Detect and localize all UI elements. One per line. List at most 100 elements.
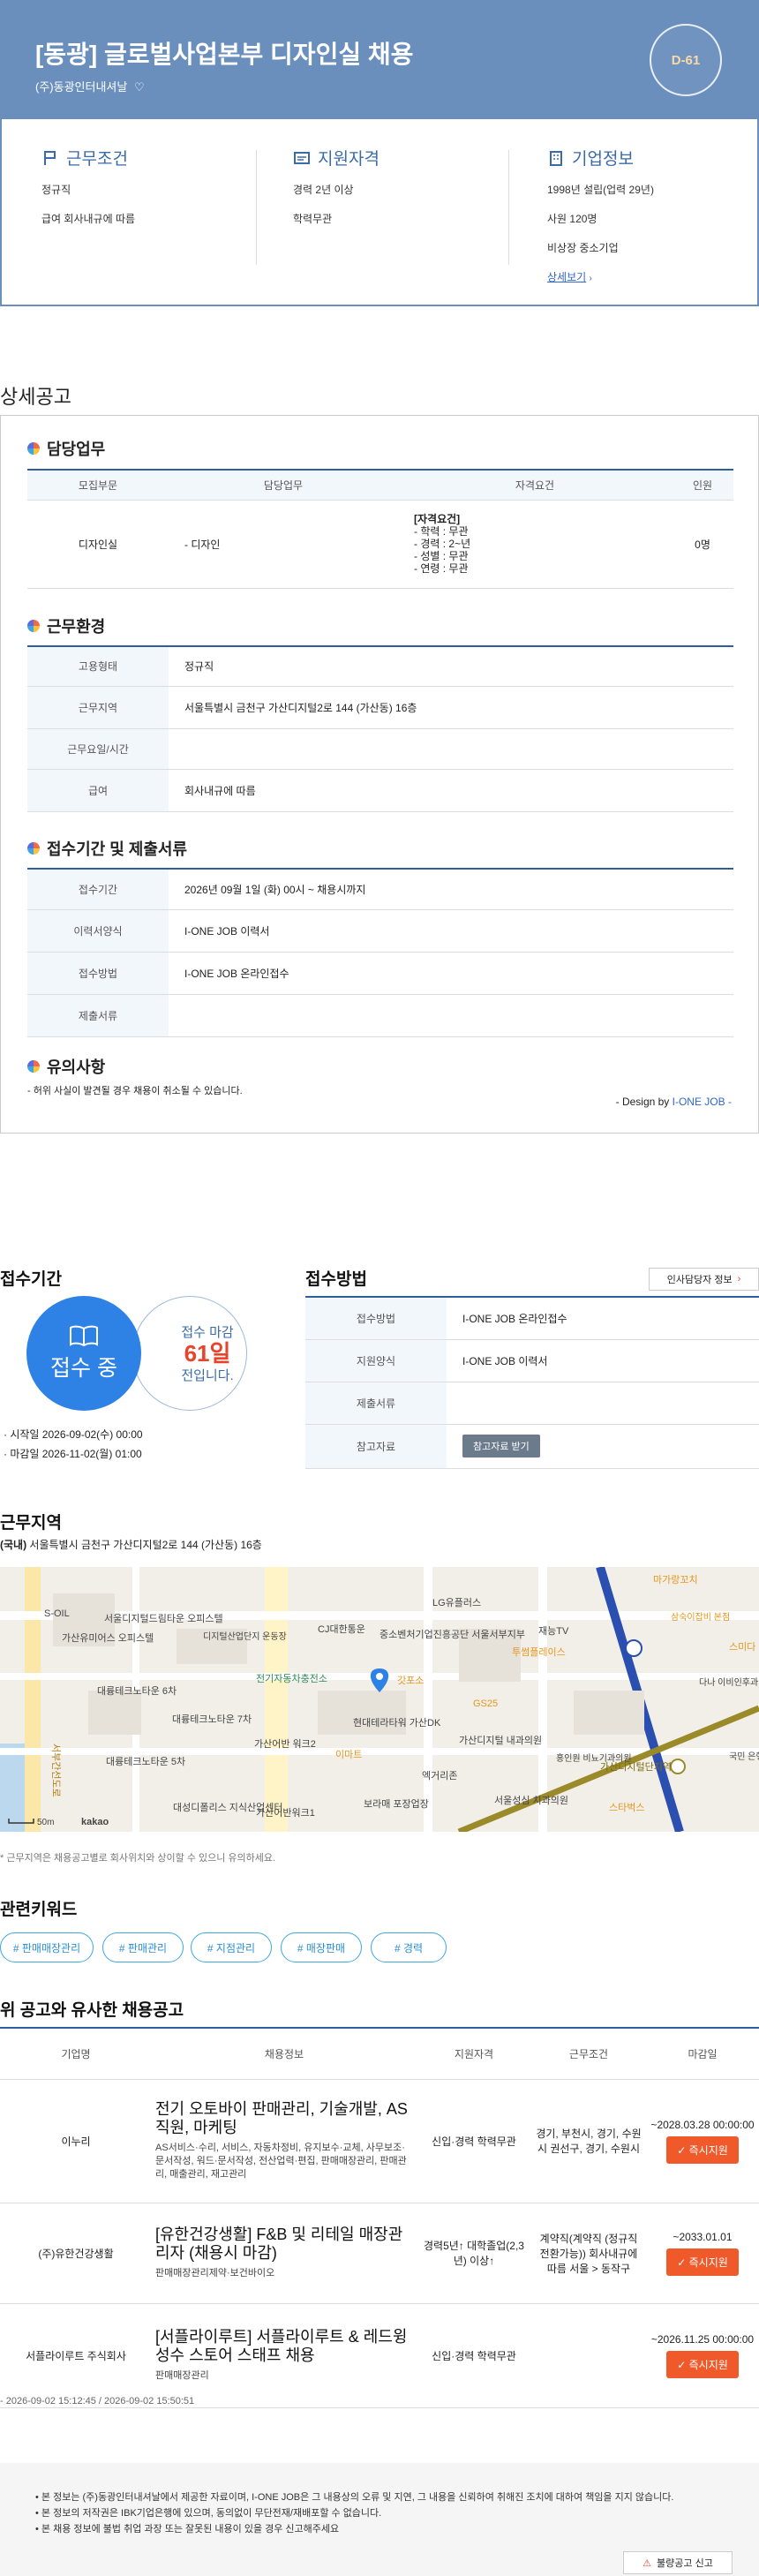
method-table: 접수방법 I-ONE JOB 온라인접수 지원양식 I-ONE JOB 이력서 제출… <box>305 1296 759 1469</box>
section-bullet-icon <box>27 1060 40 1073</box>
notice-text: - 허위 사실이 발견될 경우 채용이 취소될 수 있습니다. <box>27 1086 243 1096</box>
ref-download-button[interactable]: 참고자료 받기 <box>462 1435 540 1457</box>
keyword-chip[interactable]: # 경력 <box>371 1932 447 1962</box>
similar-company[interactable]: 서플라이루트 주식회사 <box>0 2303 152 2408</box>
hr-info-label[interactable]: 인사담당자 정보 <box>667 1272 733 1286</box>
summary-panel: 근무조건 정규직 급여 회사내규에 따름 지원자격 경력 2년 이상 학력무관 … <box>0 119 759 306</box>
company-name[interactable]: (주)동광인터내셔날 ♡ <box>35 78 145 94</box>
map-note: * 근무지역은 채용공고별로 회사위치와 상이할 수 있으니 유의하세요. <box>0 1853 276 1864</box>
similar-deadline: ~2026.11.25 00:00:00 <box>650 2332 755 2346</box>
map-label: 다나 이비인후과 <box>699 1677 758 1688</box>
divider <box>508 150 509 265</box>
footer-line: 본 정보는 (주)동광인터내셔날에서 제공한 자료이며, I-ONE JOB은 … <box>35 2489 674 2505</box>
report-button[interactable]: ⚠ 불량공고 신고 <box>623 2551 733 2574</box>
summary-company-title: 기업정보 <box>572 150 634 169</box>
apply-title: 접수기간 <box>0 1270 62 1289</box>
alert-icon[interactable]: ⚠ <box>643 2557 651 2569</box>
period-title: 접수기간 및 제출서류 <box>47 840 188 858</box>
similar-company[interactable]: 이누리 <box>0 2079 152 2203</box>
method-row: 참고자료 참고자료 받기 <box>305 1424 759 1469</box>
location-address-row: (국내) 서울특별시 금천구 가산디지털2로 144 (가산동) 16층 <box>0 1537 262 1552</box>
apply-now-label[interactable]: 즉시지원 <box>689 2359 728 2371</box>
similar-deadline-cell: ~2033.01.01 ✓ 즉시지원 <box>646 2203 759 2304</box>
period-value <box>169 994 733 1037</box>
duty-dept: 디자인실 <box>27 500 169 589</box>
similar-info[interactable]: 전기 오토바이 판매관리, 기술개발, AS직원, 마케팅 AS서비스·수리, … <box>152 2079 417 2203</box>
summary-work: 근무조건 정규직 급여 회사내규에 따름 <box>41 146 271 240</box>
summary-qual-line: 경력 2년 이상 <box>293 184 354 196</box>
map-label: 대륭테크노타운 7차 <box>172 1714 252 1725</box>
keyword-chip[interactable]: # 판매매장관리 <box>0 1932 94 1962</box>
location-map[interactable]: S-OIL 가산유미어스 오피스텔 서울디지털드림타운 오피스텔 디지털산업단지… <box>0 1567 759 1832</box>
period-table: 접수기간 2026년 09월 1일 (화) 00시 ~ 채용시까지 이력서양식 I-… <box>27 868 733 1037</box>
deadline-circle: 접수 마감 61일 전입니다. <box>132 1296 247 1411</box>
company-detail-link-row: 상세보기 › <box>547 269 759 284</box>
similar-info[interactable]: [유한건강생활] F&B 및 리테일 매장관리자 (채용시 마감) 판매매장관리… <box>152 2203 417 2304</box>
keyword-chip[interactable]: # 매장판매 <box>281 1932 362 1962</box>
keyword-chip[interactable]: # 지점관리 <box>191 1932 272 1962</box>
footer-line: 본 정보의 저작권은 IBK기업은행에 있으며, 동의없이 무단전재/재배포할 … <box>35 2505 673 2521</box>
apply-start: 시작일 2026-09-02(수) 00:00 <box>10 1428 143 1441</box>
design-brand: I-ONE JOB <box>672 1096 725 1108</box>
section-bullet-icon <box>27 842 40 855</box>
similar-job-title[interactable]: 전기 오토바이 판매관리, 기술개발, AS직원, 마케팅 <box>155 2100 413 2136</box>
heart-icon[interactable]: ♡ <box>134 80 145 94</box>
env-value: 정규직 <box>169 646 733 687</box>
map-label: 대륭테크노타운 5차 <box>106 1756 185 1767</box>
similar-company[interactable]: (주)유한건강생활 <box>0 2203 152 2304</box>
period-value: I-ONE JOB 온라인접수 <box>169 952 733 995</box>
period-key: 제출서류 <box>27 994 169 1037</box>
period-row: 이력서양식 I-ONE JOB 이력서 <box>27 909 733 953</box>
company-detail-link[interactable]: 상세보기 <box>547 271 586 283</box>
design-credit: - Design by I-ONE JOB - <box>616 1096 732 1108</box>
hr-info-button[interactable]: 인사담당자 정보 › <box>649 1268 759 1291</box>
id-card-icon <box>294 151 310 164</box>
apply-now-label[interactable]: 즉시지원 <box>689 2144 728 2157</box>
keyword-chip[interactable]: # 판매관리 <box>102 1932 184 1962</box>
company-name-text[interactable]: (주)동광인터내셔날 <box>35 80 127 94</box>
period-row: 접수기간 2026년 09월 1일 (화) 00시 ~ 채용시까지 <box>27 869 733 910</box>
map-label: 엑거리존 <box>422 1770 457 1781</box>
map-label: 서울성심 치과의원 <box>494 1795 568 1806</box>
similar-row[interactable]: (주)유한건강생활 [유한건강생활] F&B 및 리테일 매장관리자 (채용시 … <box>0 2203 759 2304</box>
map-canvas[interactable]: S-OIL 가산유미어스 오피스텔 서울디지털드림타운 오피스텔 디지털산업단지… <box>0 1567 759 1832</box>
env-title: 근무환경 <box>47 618 106 636</box>
period-heading: 접수기간 및 제출서류 <box>27 837 187 860</box>
summary-qual-title: 지원자격 <box>318 150 380 169</box>
apply-now-label[interactable]: 즉시지원 <box>689 2256 728 2269</box>
similar-deadline-cell: ~2028.03.28 00:00:00 ✓ 즉시지원 <box>646 2079 759 2203</box>
chevron-right-icon[interactable]: › <box>738 1274 741 1284</box>
apply-now-button[interactable]: ✓ 즉시지원 <box>666 2135 739 2164</box>
similar-qual: 신입·경력 학력무관 <box>417 2079 531 2203</box>
similar-row[interactable]: 이누리 전기 오토바이 판매관리, 기술개발, AS직원, 마케팅 AS서비스·… <box>0 2079 759 2203</box>
map-label: 가산디지털 내과의원 <box>459 1735 542 1746</box>
method-value: 참고자료 받기 <box>447 1424 759 1469</box>
detail-panel: 담당업무 모집부문 담당업무 자격요건 인원 디자인실 - 디자인 [자격요건]… <box>0 415 759 1134</box>
similar-info[interactable]: [서플라이루트] 서플라이루트 & 레드윙 성수 스토어 스태프 채용 판매매장… <box>152 2303 417 2408</box>
method-key: 접수방법 <box>305 1297 447 1340</box>
report-label[interactable]: 불량공고 신고 <box>657 2556 713 2570</box>
page: [동광] 글로벌사업본부 디자인실 채용 (주)동광인터내셔날 ♡ D-61 근… <box>0 0 759 2576</box>
chevron-right-icon[interactable]: › <box>590 274 592 283</box>
summary-work-line: 급여 회사내규에 따름 <box>41 213 136 225</box>
col-header: 모집부문 <box>27 470 169 501</box>
apply-dates: · 시작일 2026-09-02(수) 00:00 · 마감일 2026-11-… <box>4 1425 143 1464</box>
method-value: I-ONE JOB 온라인접수 <box>447 1297 759 1340</box>
section-bullet-icon <box>27 620 40 632</box>
apply-now-button[interactable]: ✓ 즉시지원 <box>666 2350 739 2378</box>
map-label: 가산유미어스 오피스텔 <box>62 1632 154 1644</box>
keywords-title: 관련키워드 <box>0 1901 78 1919</box>
apply-now-button[interactable]: ✓ 즉시지원 <box>666 2248 739 2276</box>
env-key: 근무요일/시간 <box>27 728 169 770</box>
map-label: 디지털산업단지 운동장 <box>203 1631 287 1642</box>
duty-row: 디자인실 - 디자인 [자격요건] - 학력 : 무관 - 경력 : 2~년 -… <box>27 500 733 589</box>
map-label: 대륭테크노타운 6차 <box>97 1685 177 1697</box>
similar-row[interactable]: 서플라이루트 주식회사 [서플라이루트] 서플라이루트 & 레드윙 성수 스토어… <box>0 2303 759 2408</box>
similar-job-title[interactable]: [서플라이루트] 서플라이루트 & 레드윙 성수 스토어 스태프 채용 <box>155 2328 413 2364</box>
similar-cond: 계약직(계약직 (정규직 전환가능)) 회사내규에 따름 서울 > 동작구 <box>531 2203 646 2304</box>
col-header: 근무조건 <box>531 2027 646 2080</box>
design-suffix: - <box>725 1096 732 1108</box>
similar-job-title[interactable]: [유한건강생활] F&B 및 리테일 매장관리자 (채용시 마감) <box>155 2226 413 2262</box>
period-row: 접수방법 I-ONE JOB 온라인접수 <box>27 952 733 995</box>
duty-header-row: 모집부문 담당업무 자격요건 인원 <box>27 470 733 501</box>
